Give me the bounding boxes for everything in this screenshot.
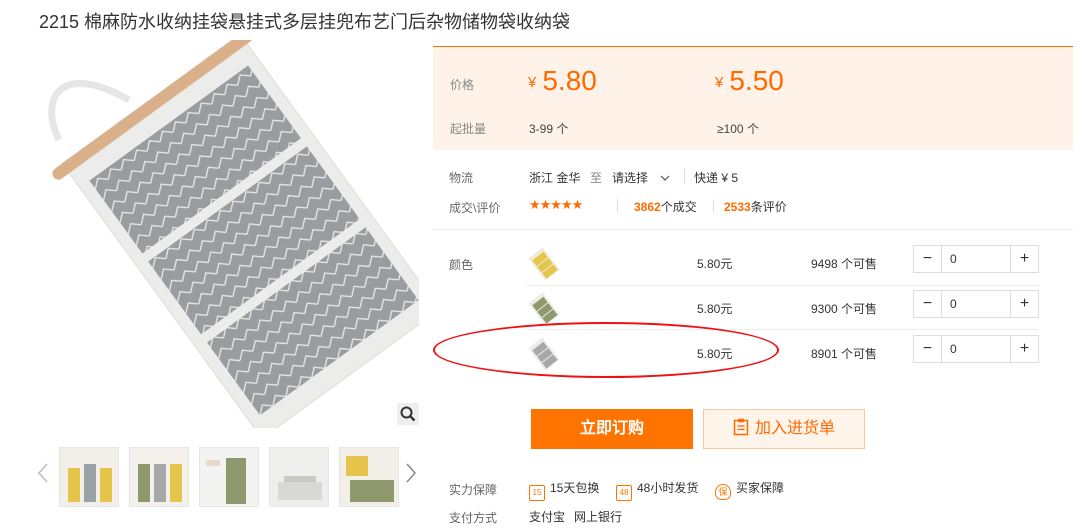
rating-stars: ★★★★★ [529,197,583,212]
increment-button[interactable]: + [1010,336,1038,362]
price-panel: 价格 起批量 ¥5.80 3-99 个 ¥5.50 ≥100 个 [433,46,1073,150]
guarantee-text: 48小时发货 [637,481,699,495]
chevron-down-icon [660,175,670,181]
deals-suffix: 个成交 [660,200,697,214]
deals-count[interactable]: 3862个成交 [634,198,697,215]
thumbnail-image [340,448,398,506]
currency-symbol: ¥ [528,74,537,91]
sku-stock: 9300 个可售 [811,302,878,316]
exchange-15-icon: 15 [529,485,545,501]
thumbnail-prev-button[interactable] [37,462,49,489]
quantity-stepper: − 0 + [913,245,1039,273]
shield-icon: 保 [715,484,731,500]
decrement-button[interactable]: − [914,246,942,272]
sku-thumbnail[interactable] [527,292,561,326]
logistics-label: 物流 [449,171,474,185]
review-number: 2533 [724,200,751,214]
add-to-purchase-list-label: 加入进货单 [754,420,835,437]
decrement-button[interactable]: − [914,336,942,362]
color-label: 颜色 [449,258,474,272]
logistics-to: 至 [590,171,603,185]
thumbnail-3[interactable] [199,447,259,507]
thumbnail-image [60,448,118,506]
chevron-right-icon [406,463,417,483]
destination-select[interactable]: 请选择 [612,169,670,186]
separator [713,199,714,213]
quantity-stepper: − 0 + [913,335,1039,363]
highlight-circle-annotation [433,322,779,378]
sku-price: 5.80元 [697,257,733,271]
thumbnail-image [270,448,328,506]
thumbnail-image [200,448,258,506]
price-tier-1: ¥5.80 [528,65,597,97]
thumbnail-image [130,448,188,506]
zoom-button[interactable] [397,403,419,425]
tier-2-qty: ≥100 个 [717,122,759,136]
quantity-input[interactable]: 0 [950,297,957,311]
magnifier-icon [400,406,416,422]
thumbnail-1[interactable] [59,447,119,507]
shipping-fee: 快递 ¥ 5 [694,171,739,185]
deals-number: 3862 [634,200,661,214]
separator [617,199,618,213]
destination-select-value: 请选择 [612,171,649,185]
guarantee-text: 买家保障 [736,481,785,495]
guarantee-15-day-exchange: 15 15天包换 [529,479,599,501]
thumbnail-next-button[interactable] [405,462,417,489]
guarantee-buyer-protection: 保买家保障 [715,479,784,500]
logistics-origin: 浙江 金华 [529,171,581,185]
quantity-input[interactable]: 0 [950,342,957,356]
increment-button[interactable]: + [1010,291,1038,317]
increment-button[interactable]: + [1010,246,1038,272]
product-title: 2215 棉麻防水收纳挂袋悬挂式多层挂兜布艺门后杂物储物袋收纳袋 [39,12,571,32]
tier-1-qty: 3-99 个 [529,122,569,136]
price-value: 5.80 [542,65,597,96]
section-divider [433,229,1073,230]
quantity-stepper: − 0 + [913,290,1039,318]
review-count[interactable]: 2533条评价 [724,198,787,215]
currency-symbol: ¥ [715,74,724,91]
decrement-button[interactable]: − [914,291,942,317]
payment-label: 支付方式 [449,511,498,525]
price-tier-2: ¥5.50 [715,65,784,97]
payment-alipay: 支付宝 [529,510,566,524]
sku-row: 5.80元 9498 个可售 − 0 + [527,242,1039,286]
reviews-label: 成交\评价 [449,201,501,215]
buy-now-button[interactable]: 立即订购 [531,409,693,449]
sku-stock: 9498 个可售 [811,257,878,271]
hanging-organizer-illustration [48,27,441,440]
thumbnail-2[interactable] [129,447,189,507]
quantity-input[interactable]: 0 [950,252,957,266]
chevron-left-icon [37,463,48,483]
payment-online-banking: 网上银行 [574,510,623,524]
product-main-image[interactable] [39,27,441,440]
add-to-purchase-list-button[interactable]: 加入进货单 [703,409,865,449]
shipping-48-icon: 48 [616,485,632,501]
thumbnail-4[interactable] [269,447,329,507]
price-value: 5.50 [729,65,784,96]
guarantee-text: 15天包换 [550,481,600,495]
guarantee-48h-shipping: 48 48小时发货 [616,479,698,501]
thumbnail-5[interactable] [339,447,399,507]
review-suffix: 条评价 [750,200,787,214]
moq-label: 起批量 [450,122,487,136]
sku-divider [527,285,1039,286]
guarantee-label: 实力保障 [449,483,498,497]
separator [684,169,685,183]
price-label: 价格 [450,78,475,92]
sku-thumbnail[interactable] [527,247,561,281]
sku-stock: 8901 个可售 [811,347,878,361]
clipboard-icon [733,418,749,436]
sku-price: 5.80元 [697,302,733,316]
